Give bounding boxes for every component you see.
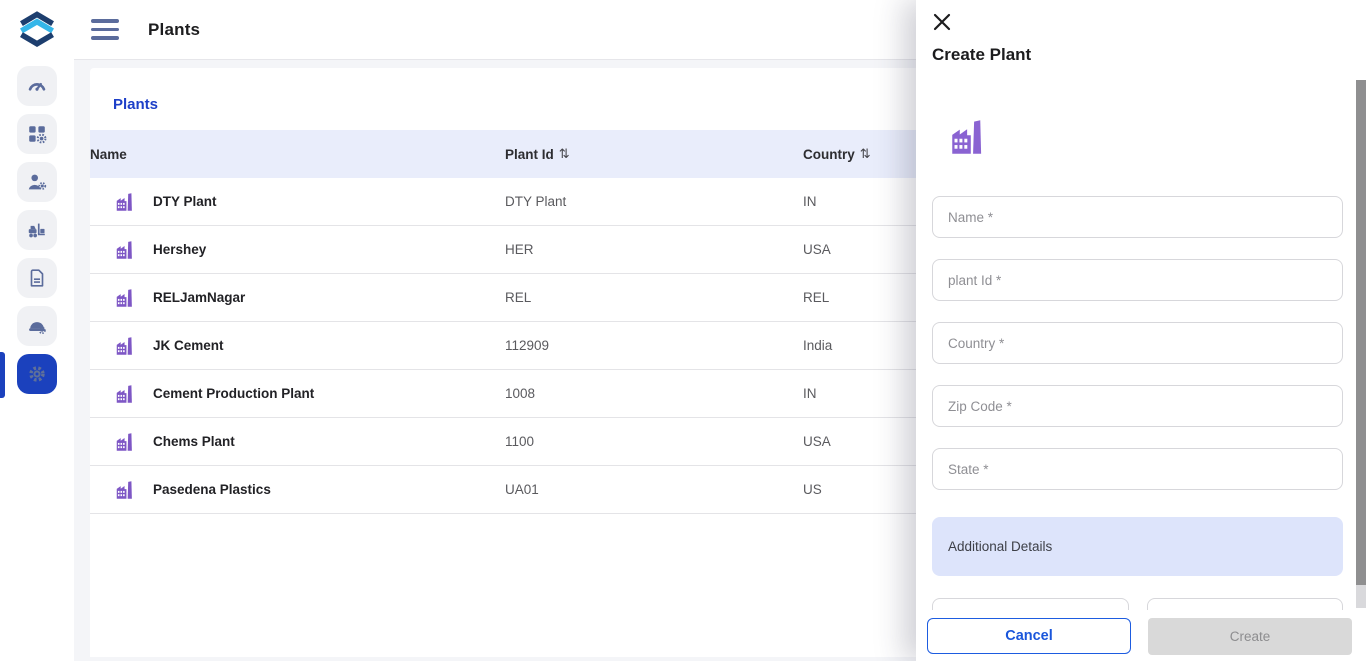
form-field — [932, 196, 1343, 238]
form-field — [932, 322, 1343, 364]
sidebar-item-widgets[interactable] — [17, 114, 57, 154]
document-icon — [26, 267, 48, 289]
drawer-scrollbar-thumb[interactable] — [1356, 80, 1366, 585]
sidebar-item-settings[interactable] — [17, 354, 57, 394]
factory-icon — [114, 383, 136, 405]
plant-name: Pasedena Plastics — [153, 482, 271, 497]
plant-id: UA01 — [505, 482, 803, 497]
hardhat-gear-icon — [26, 315, 48, 337]
form-field — [932, 259, 1343, 301]
app-logo-icon — [15, 7, 59, 53]
factory-icon — [114, 191, 136, 213]
plant-id: 1100 — [505, 434, 803, 449]
drawer-form — [932, 196, 1343, 511]
active-nav-indicator — [0, 352, 5, 398]
column-label: Name — [90, 147, 127, 162]
sort-icon[interactable]: ⇅ — [559, 146, 570, 162]
close-icon[interactable] — [930, 10, 954, 34]
form-field-input[interactable] — [933, 260, 1342, 300]
sidebar-item-forklift[interactable] — [17, 210, 57, 250]
form-field — [932, 385, 1343, 427]
settings-gear-icon — [25, 362, 49, 386]
plant-name: JK Cement — [153, 338, 224, 353]
sidebar-item-dashboard[interactable] — [17, 66, 57, 106]
drawer-footer: Cancel Create — [916, 610, 1366, 661]
widgets-gear-icon — [26, 123, 48, 145]
column-label: Country — [803, 147, 855, 162]
plant-name: Chems Plant — [153, 434, 235, 449]
factory-icon — [947, 114, 989, 160]
menu-toggle-icon[interactable] — [91, 19, 119, 40]
factory-icon — [114, 335, 136, 357]
plant-id: DTY Plant — [505, 194, 803, 209]
page-title: Plants — [148, 20, 200, 40]
plant-id: REL — [505, 290, 803, 305]
user-gear-icon — [26, 171, 48, 193]
cancel-button[interactable]: Cancel — [927, 618, 1131, 654]
create-button[interactable]: Create — [1148, 618, 1352, 655]
plant-id: HER — [505, 242, 803, 257]
column-header[interactable]: Name — [90, 147, 505, 162]
create-plant-drawer: Create Plant — [916, 0, 1366, 661]
form-field-input[interactable] — [933, 386, 1342, 426]
sidebar — [0, 0, 74, 661]
factory-icon — [114, 431, 136, 453]
sidebar-item-workers[interactable] — [17, 306, 57, 346]
form-field-input[interactable] — [933, 197, 1342, 237]
drawer-scrollbar-track[interactable] — [1356, 585, 1366, 608]
plant-name: Cement Production Plant — [153, 386, 314, 401]
plant-name: RELJamNagar — [153, 290, 245, 305]
gauge-icon — [26, 75, 48, 97]
forklift-icon — [26, 219, 48, 241]
sidebar-item-users[interactable] — [17, 162, 57, 202]
factory-icon — [114, 287, 136, 309]
column-header[interactable]: Plant Id ⇅ — [505, 146, 803, 162]
plant-id: 1008 — [505, 386, 803, 401]
form-field-input[interactable] — [933, 323, 1342, 363]
sidebar-nav — [17, 66, 57, 394]
form-field — [932, 448, 1343, 490]
form-field-input[interactable] — [933, 449, 1342, 489]
factory-icon — [114, 239, 136, 261]
plant-name: Hershey — [153, 242, 206, 257]
section-label: Additional Details — [948, 539, 1052, 554]
plant-name: DTY Plant — [153, 194, 217, 209]
factory-icon — [114, 479, 136, 501]
plant-id: 112909 — [505, 338, 803, 353]
additional-details-section[interactable]: Additional Details — [932, 517, 1343, 576]
drawer-title: Create Plant — [932, 45, 1031, 65]
sort-icon[interactable]: ⇅ — [860, 146, 871, 162]
column-label: Plant Id — [505, 147, 554, 162]
sidebar-item-documents[interactable] — [17, 258, 57, 298]
